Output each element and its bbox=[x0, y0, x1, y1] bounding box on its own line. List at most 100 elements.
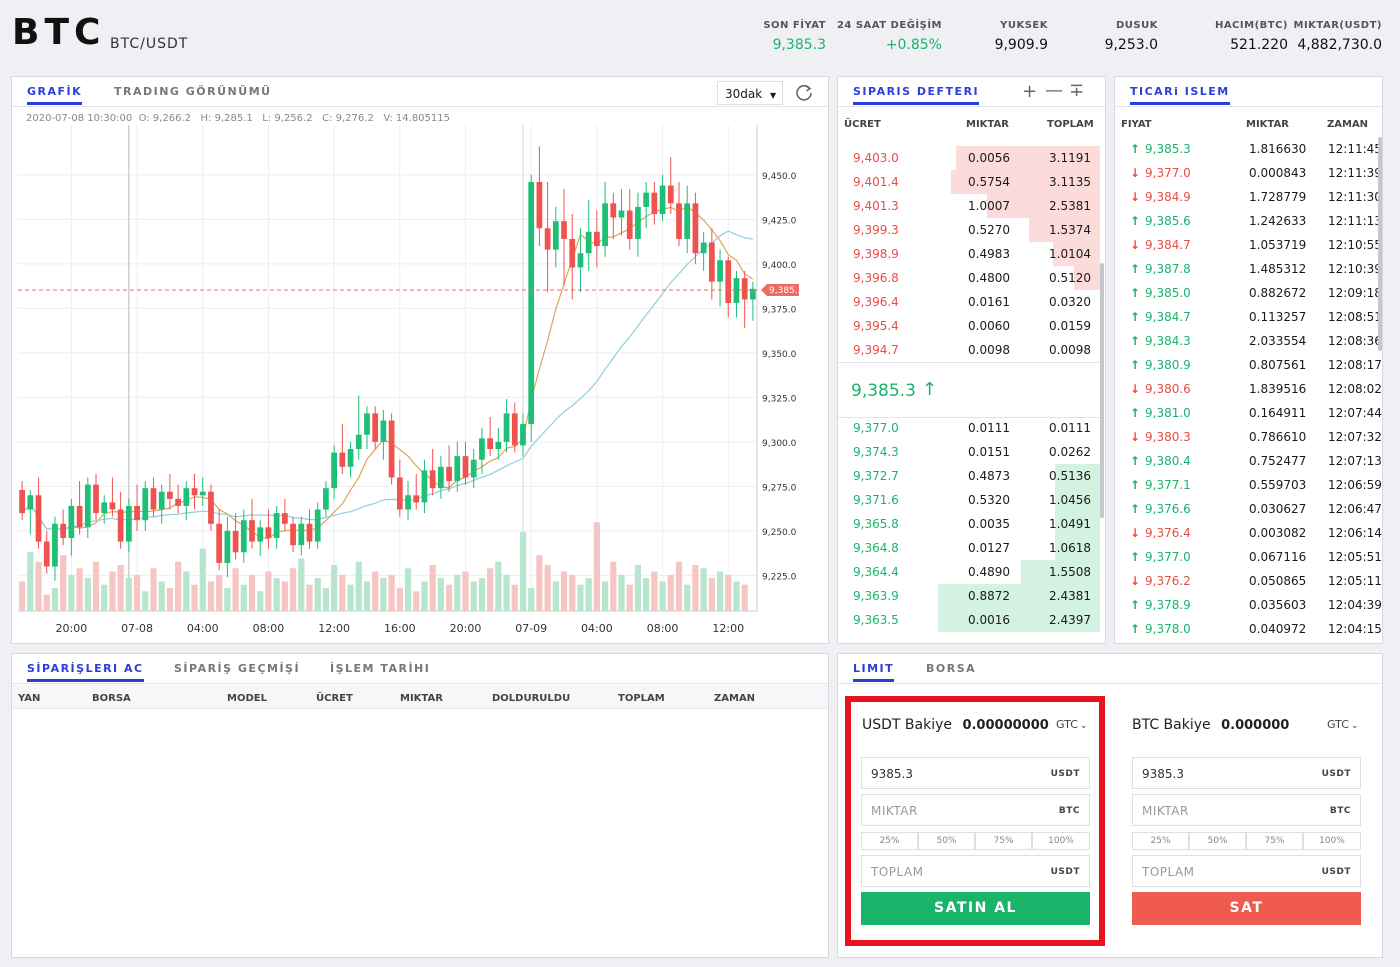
orderbook-row[interactable]: 9,403.0 0.0056 3.1191 bbox=[838, 146, 1100, 170]
orderbook-price: 9,394.7 bbox=[853, 343, 899, 357]
trade-row[interactable]: ↓ 9,376.2 0.050865 12:05:11 bbox=[1115, 569, 1382, 593]
sell-pct-25[interactable]: 25% bbox=[1132, 832, 1189, 850]
orderbook-amount: 0.4873 bbox=[968, 469, 1010, 483]
volume-bar bbox=[339, 574, 346, 611]
trade-row[interactable]: ↑ 9,378.0 0.040972 12:04:15 bbox=[1115, 617, 1382, 641]
volume-bar bbox=[470, 581, 477, 611]
trade-row[interactable]: ↑ 9,385.6 1.242633 12:11:13 bbox=[1115, 209, 1382, 233]
buy-pct-75[interactable]: 75% bbox=[975, 832, 1032, 850]
candle-body bbox=[208, 491, 214, 524]
sell-amount-input[interactable]: MIKTAR BTC bbox=[1132, 794, 1361, 826]
sell-pct-100[interactable]: 100% bbox=[1303, 832, 1361, 850]
trade-row[interactable]: ↓ 9,384.9 1.728779 12:11:30 bbox=[1115, 185, 1382, 209]
buy-total-input[interactable]: TOPLAM USDT bbox=[861, 855, 1090, 887]
volume-bar bbox=[306, 584, 313, 611]
trade-row[interactable]: ↑ 9,378.9 0.035603 12:04:39 bbox=[1115, 593, 1382, 617]
orderbook-row[interactable]: 9,399.3 0.5270 1.5374 bbox=[838, 218, 1100, 242]
orderbook-row[interactable]: 9,396.4 0.0161 0.0320 bbox=[838, 290, 1100, 314]
sell-pct-75[interactable]: 75% bbox=[1246, 832, 1303, 850]
buy-button[interactable]: SATIN AL bbox=[861, 892, 1090, 925]
candle-body bbox=[421, 470, 428, 503]
trade-row[interactable]: ↑ 9,377.1 0.559703 12:06:59 bbox=[1115, 473, 1382, 497]
tab-trade-history[interactable]: İŞLEM TARİHI bbox=[330, 662, 430, 675]
orderbook-row[interactable]: 9,372.7 0.4873 0.5136 bbox=[838, 464, 1100, 488]
sell-total-input[interactable]: TOPLAM USDT bbox=[1132, 855, 1361, 887]
orderbook-row[interactable]: 9,395.4 0.0060 0.0159 bbox=[838, 314, 1100, 338]
trade-row[interactable]: ↓ 9,384.7 1.053719 12:10:55 bbox=[1115, 233, 1382, 257]
orderbook-row[interactable]: 9,363.9 0.8872 2.4381 bbox=[838, 584, 1100, 608]
trade-row[interactable]: ↑ 9,384.7 0.113257 12:08:51 bbox=[1115, 305, 1382, 329]
orderbook-row[interactable]: 9,363.5 0.0016 2.4397 bbox=[838, 608, 1100, 632]
tab-limit[interactable]: LIMIT bbox=[853, 662, 895, 682]
trade-row[interactable]: ↑ 9,377.0 0.067116 12:05:51 bbox=[1115, 545, 1382, 569]
candlestick-chart[interactable]: 9,450.0 9,425.0 9,400.0 9,375.0 9,350.0 9,325… bbox=[12, 125, 828, 643]
minus-icon[interactable]: — bbox=[1045, 80, 1063, 101]
trade-row[interactable]: ↑ 9,384.3 2.033554 12:08:36 bbox=[1115, 329, 1382, 353]
trade-row[interactable]: ↑ 9,380.9 0.807561 12:08:17 bbox=[1115, 353, 1382, 377]
volume-bar bbox=[298, 558, 305, 611]
buy-pct-100[interactable]: 100% bbox=[1032, 832, 1090, 850]
tab-open-orders[interactable]: SİPARİŞLERI AC bbox=[27, 662, 144, 682]
orderbook-row[interactable]: 9,394.7 0.0098 0.0098 bbox=[838, 338, 1100, 361]
interval-select[interactable]: 30dak ▼ bbox=[717, 81, 783, 105]
orderbook-amount: 0.0098 bbox=[968, 343, 1010, 357]
plus-icon[interactable]: + bbox=[1022, 81, 1037, 102]
orderbook-amount: 1.0007 bbox=[968, 199, 1010, 213]
sell-price-input[interactable]: 9385.3 USDT bbox=[1132, 757, 1361, 789]
orderbook-row[interactable]: 9,398.9 0.4983 1.0104 bbox=[838, 242, 1100, 266]
tab-trading-view[interactable]: TRADING GÖRÜNÜMÜ bbox=[114, 85, 272, 98]
orderbook-row[interactable]: 9,371.6 0.5320 1.0456 bbox=[838, 488, 1100, 512]
trade-row[interactable]: ↓ 9,377.0 0.000843 12:11:39 bbox=[1115, 161, 1382, 185]
y-tick-label: 9,225.0 bbox=[762, 572, 797, 582]
candle-body bbox=[240, 520, 247, 553]
orderbook-row[interactable]: 9,365.8 0.0035 1.0491 bbox=[838, 512, 1100, 536]
candle-body bbox=[511, 413, 518, 446]
trade-row[interactable]: ↑ 9,387.8 1.485312 12:10:39 bbox=[1115, 257, 1382, 281]
orderbook-total: 1.0104 bbox=[1049, 247, 1091, 261]
orderbook-row[interactable]: 9,377.0 0.0111 0.0111 bbox=[838, 418, 1100, 440]
buy-price-input[interactable]: 9385.3 USDT bbox=[861, 757, 1090, 789]
trade-amount: 0.882672 bbox=[1249, 286, 1307, 300]
depth-toggle-icon[interactable]: ∓ bbox=[1069, 80, 1084, 101]
tab-chart[interactable]: GRAFİK bbox=[27, 85, 83, 105]
tab-market[interactable]: BORSA bbox=[926, 662, 976, 675]
orderbook-total: 1.0618 bbox=[1049, 541, 1091, 555]
candle-body bbox=[331, 452, 338, 489]
sell-button[interactable]: SAT bbox=[1132, 892, 1361, 925]
orderbook-row[interactable]: 9,364.4 0.4890 1.5508 bbox=[838, 560, 1100, 584]
trades-title[interactable]: TICARi ISLEM bbox=[1130, 85, 1230, 105]
scrollbar[interactable] bbox=[1378, 137, 1382, 351]
trade-price: 9,376.4 bbox=[1145, 526, 1191, 540]
candle-body bbox=[528, 181, 535, 425]
trade-row[interactable]: ↑ 9,376.6 0.030627 12:06:47 bbox=[1115, 497, 1382, 521]
orderbook-row[interactable]: 9,364.8 0.0127 1.0618 bbox=[838, 536, 1100, 560]
volume-bar bbox=[363, 581, 371, 611]
scrollbar[interactable] bbox=[1100, 263, 1104, 518]
buy-pct-25[interactable]: 25% bbox=[861, 832, 918, 850]
orderbook-row[interactable]: 9,401.4 0.5754 3.1135 bbox=[838, 170, 1100, 194]
candle-body bbox=[355, 434, 362, 449]
candle-body bbox=[68, 505, 75, 539]
sell-pct-50[interactable]: 50% bbox=[1189, 832, 1246, 850]
orderbook-title[interactable]: SIPARIS DEFTERI bbox=[853, 85, 980, 105]
buy-amount-input[interactable]: MIKTAR BTC bbox=[861, 794, 1090, 826]
trade-row[interactable]: ↑ 9,380.4 0.752477 12:07:13 bbox=[1115, 449, 1382, 473]
buy-pct-50[interactable]: 50% bbox=[918, 832, 975, 850]
trade-row[interactable]: ↑ 9,385.3 1.816630 12:11:45 bbox=[1115, 137, 1382, 161]
orderbook-row[interactable]: 9,374.3 0.0151 0.0262 bbox=[838, 440, 1100, 464]
trade-row[interactable]: ↓ 9,380.6 1.839516 12:08:02 bbox=[1115, 377, 1382, 401]
orderbook-row[interactable]: 9,401.3 1.0007 2.5381 bbox=[838, 194, 1100, 218]
sell-tif-select[interactable]: GTC ⌄ bbox=[1327, 718, 1358, 731]
buy-tif-select[interactable]: GTC ⌄ bbox=[1056, 718, 1087, 731]
trade-row[interactable]: ↑ 9,381.0 0.164911 12:07:44 bbox=[1115, 401, 1382, 425]
volume-bar bbox=[84, 578, 91, 611]
trade-row[interactable]: ↑ 9,385.0 0.882672 12:09:18 bbox=[1115, 281, 1382, 305]
orderbook-row[interactable]: 9,396.8 0.4800 0.5120 bbox=[838, 266, 1100, 290]
volume-bar bbox=[716, 571, 724, 611]
trade-row[interactable]: ↓ 9,380.3 0.786610 12:07:32 bbox=[1115, 425, 1382, 449]
tab-order-history[interactable]: SİPARİŞ GEÇMİŞİ bbox=[174, 662, 300, 675]
refresh-icon[interactable] bbox=[792, 81, 816, 105]
volume-bar bbox=[133, 574, 141, 611]
trade-row[interactable]: ↓ 9,376.4 0.003082 12:06:14 bbox=[1115, 521, 1382, 545]
candle-body bbox=[552, 221, 559, 250]
